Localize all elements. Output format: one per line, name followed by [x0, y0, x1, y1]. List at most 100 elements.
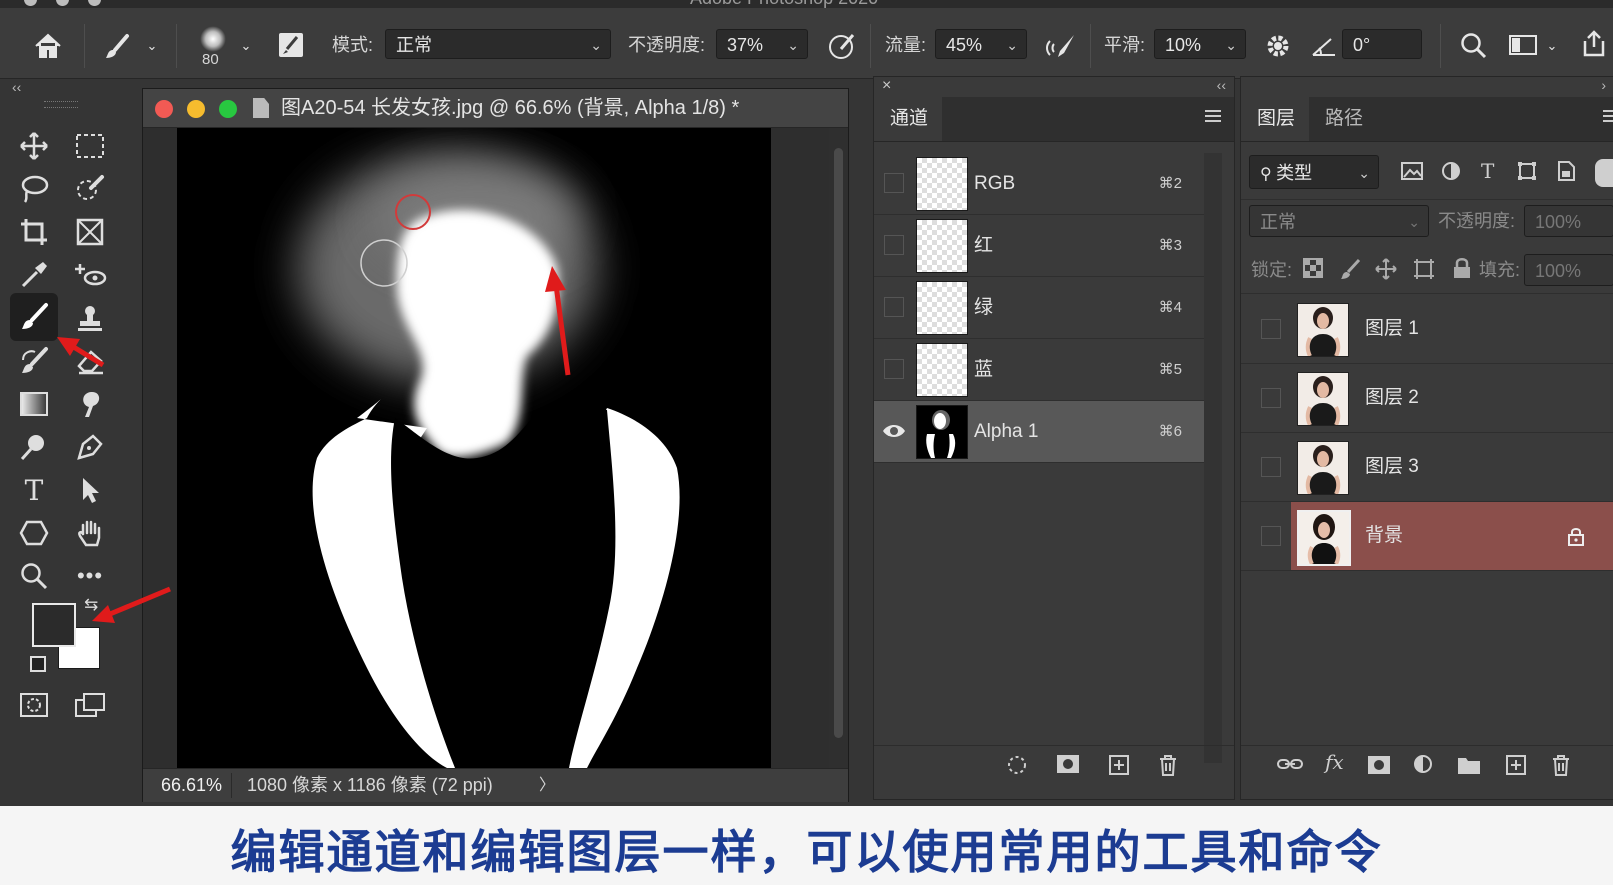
frame-tool-icon[interactable] [70, 212, 110, 252]
canvas-area[interactable] [143, 128, 829, 768]
layer-row-selected[interactable]: 背景 [1241, 502, 1613, 571]
load-selection-icon[interactable] [1006, 754, 1028, 782]
pen-tool-icon[interactable] [70, 427, 110, 467]
window-zoom-button[interactable] [88, 0, 101, 6]
layer-visibility-toggle[interactable] [1261, 319, 1281, 339]
workspace-chevron-icon[interactable]: ⌄ [1544, 38, 1560, 54]
screen-mode-icon[interactable] [70, 685, 110, 725]
gradient-tool-icon[interactable] [14, 384, 54, 424]
zoom-document-button[interactable] [219, 100, 237, 118]
crop-tool-icon[interactable] [14, 212, 54, 252]
layers-panel-menu-icon[interactable] [1602, 109, 1613, 127]
filter-pixel-icon[interactable] [1401, 161, 1423, 187]
eraser-tool-icon[interactable] [70, 341, 110, 381]
delete-layer-icon[interactable] [1551, 754, 1571, 782]
home-icon[interactable] [30, 28, 66, 64]
new-channel-icon[interactable] [1108, 754, 1130, 782]
lock-all-icon[interactable] [1453, 257, 1471, 285]
angle-field[interactable]: 0° [1342, 29, 1422, 59]
link-layers-icon[interactable] [1277, 755, 1303, 778]
fx-icon[interactable]: fx [1325, 750, 1344, 774]
lock-transparent-icon[interactable] [1303, 258, 1323, 284]
channel-row-red[interactable]: 红 ⌘3 [874, 215, 1204, 277]
type-tool-icon[interactable]: T [14, 470, 54, 510]
eye-icon[interactable] [882, 420, 906, 442]
more-tools-icon[interactable]: ••• [70, 556, 110, 596]
close-document-button[interactable] [155, 100, 173, 118]
brush-picker-chevron-icon[interactable]: ⌄ [238, 38, 254, 54]
channel-visibility-toggle[interactable] [884, 173, 904, 193]
quick-mask-icon[interactable] [14, 685, 54, 725]
scrollbar-thumb[interactable] [834, 148, 843, 738]
history-brush-tool-icon[interactable] [14, 341, 54, 381]
collapse-panel-icon[interactable]: ‹‹ [1217, 77, 1226, 93]
default-colors-icon[interactable] [30, 656, 46, 672]
add-mask-icon[interactable] [1367, 755, 1391, 781]
lock-artboard-icon[interactable] [1413, 258, 1435, 286]
collapse-toolbox-icon[interactable]: ‹‹ [12, 79, 21, 95]
search-icon[interactable] [1456, 28, 1490, 62]
flow-field[interactable]: 45% ⌄ [935, 29, 1027, 59]
hand-tool-icon[interactable] [70, 513, 110, 553]
document-tab[interactable]: 图A20-54 长发女孩.jpg @ 66.6% (背景, Alpha 1/8)… [143, 89, 848, 128]
filter-toggle-switch[interactable] [1595, 159, 1613, 187]
layer-row[interactable]: 图层 1 [1241, 295, 1613, 364]
channel-visibility-toggle[interactable] [884, 235, 904, 255]
layer-visibility-toggle[interactable] [1261, 388, 1281, 408]
gear-icon[interactable] [1262, 30, 1294, 62]
channels-scrollbar[interactable] [1204, 153, 1222, 763]
smoothing-field[interactable]: 10% ⌄ [1154, 29, 1246, 59]
trash-icon[interactable] [1158, 754, 1178, 782]
layer-visibility-toggle[interactable] [1261, 457, 1281, 477]
filter-shape-icon[interactable] [1517, 161, 1537, 187]
pressure-opacity-icon[interactable] [826, 30, 858, 62]
vertical-scrollbar[interactable] [829, 128, 848, 768]
lock-position-icon[interactable] [1375, 258, 1397, 286]
channel-visibility-toggle[interactable] [884, 297, 904, 317]
zoom-tool-icon[interactable] [14, 556, 54, 596]
mode-dropdown[interactable]: 正常 ⌄ [385, 29, 611, 59]
save-selection-as-channel-icon[interactable] [1056, 754, 1080, 780]
brush-tool-preset-icon[interactable] [100, 30, 134, 64]
toolbox-grip[interactable] [44, 101, 78, 108]
shape-tool-icon[interactable] [14, 513, 54, 553]
window-minimize-button[interactable] [56, 0, 69, 6]
channel-row-alpha-1[interactable]: Alpha 1 ⌘6 [874, 401, 1204, 463]
move-tool-icon[interactable] [14, 126, 54, 166]
window-close-button[interactable] [24, 0, 37, 6]
tab-channels[interactable]: 通道 [874, 97, 942, 141]
opacity-field[interactable]: 37% ⌄ [716, 29, 808, 59]
marquee-tool-icon[interactable] [70, 126, 110, 166]
brush-settings-panel-icon[interactable] [276, 30, 306, 60]
brush-preview-icon[interactable] [200, 26, 226, 52]
channel-visibility-toggle[interactable] [884, 359, 904, 379]
status-menu-arrow-icon[interactable]: 〉 [539, 769, 555, 802]
tab-layers[interactable]: 图层 [1241, 97, 1309, 141]
alpha-channel-canvas[interactable] [177, 128, 771, 768]
dodge-tool-icon[interactable] [14, 427, 54, 467]
path-selection-tool-icon[interactable] [70, 470, 110, 510]
channel-row-green[interactable]: 绿 ⌘4 [874, 277, 1204, 339]
filter-type-icon[interactable]: T [1481, 159, 1494, 183]
layer-row[interactable]: 图层 2 [1241, 364, 1613, 433]
panel-menu-icon[interactable] [1204, 109, 1222, 127]
smudge-tool-icon[interactable] [70, 384, 110, 424]
lasso-tool-icon[interactable] [14, 169, 54, 209]
channel-row-blue[interactable]: 蓝 ⌘5 [874, 339, 1204, 401]
filter-smart-object-icon[interactable] [1557, 161, 1575, 187]
swap-colors-icon[interactable]: ⇆ [84, 595, 98, 615]
lock-pixels-icon[interactable] [1339, 258, 1361, 286]
adjustment-layer-icon[interactable] [1413, 754, 1435, 782]
layer-row[interactable]: 图层 3 [1241, 433, 1613, 502]
layer-visibility-toggle[interactable] [1261, 526, 1281, 546]
airbrush-icon[interactable] [1044, 30, 1078, 62]
layer-opacity-field[interactable]: 100% [1524, 205, 1613, 237]
channel-row-rgb[interactable]: RGB ⌘2 [874, 153, 1204, 215]
minimize-document-button[interactable] [187, 100, 205, 118]
blend-mode-dropdown[interactable]: 正常 ⌄ [1249, 205, 1429, 237]
filter-adjustment-icon[interactable] [1441, 161, 1461, 187]
share-icon[interactable] [1576, 26, 1612, 62]
folder-icon[interactable] [1457, 755, 1481, 781]
brush-tool-icon[interactable] [10, 293, 58, 341]
chevron-down-icon[interactable]: ⌄ [144, 38, 160, 54]
